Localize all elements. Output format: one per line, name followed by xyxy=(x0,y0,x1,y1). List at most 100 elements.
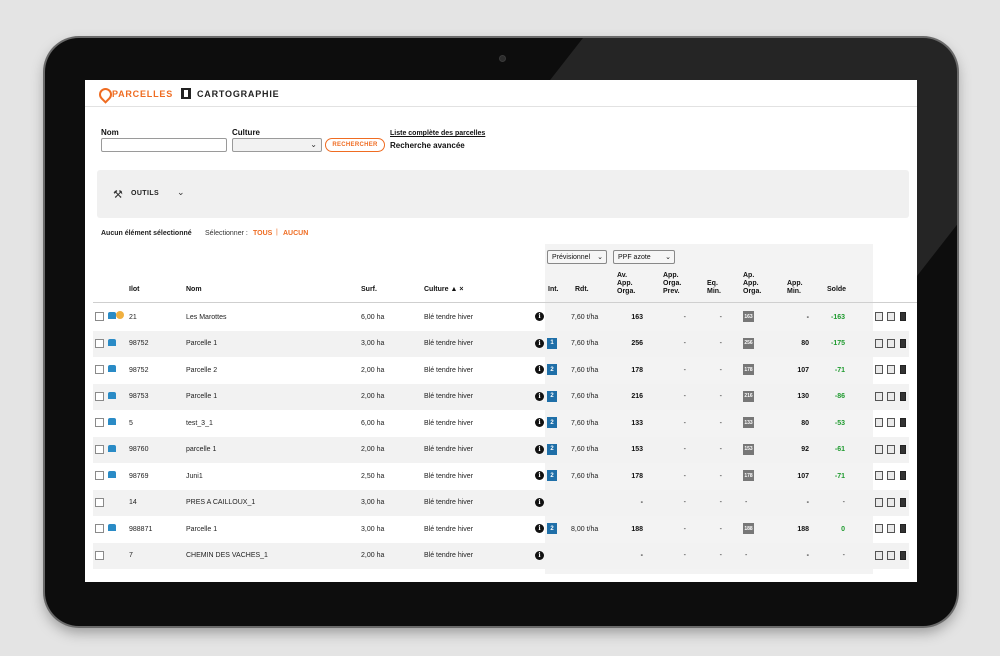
info-icon[interactable]: i xyxy=(535,550,544,560)
farm-icon xyxy=(108,471,116,478)
info-icon[interactable]: i xyxy=(535,497,544,507)
cell-surf: 2,00 ha xyxy=(361,366,385,374)
cell-rdt: 8,00 t/ha xyxy=(571,525,599,533)
cell-culture: Blé tendre hiver xyxy=(424,499,474,506)
copy-icon[interactable] xyxy=(887,365,895,374)
copy-icon[interactable] xyxy=(887,418,895,427)
row-actions xyxy=(875,550,911,561)
row-checkbox[interactable] xyxy=(95,365,104,374)
row-checkbox[interactable] xyxy=(95,524,104,533)
trash-icon[interactable] xyxy=(900,444,906,454)
chevron-down-icon[interactable]: ⌄ xyxy=(177,187,185,198)
edit-icon[interactable] xyxy=(875,365,883,374)
trash-icon[interactable] xyxy=(900,550,906,560)
nom-input[interactable] xyxy=(101,138,227,152)
trash-icon[interactable] xyxy=(900,391,906,401)
tools-icon[interactable]: ⚒ xyxy=(113,188,123,201)
edit-icon[interactable] xyxy=(875,418,883,427)
row-checkbox[interactable] xyxy=(95,418,104,427)
table-row[interactable]: 98760 parcelle 1 2,00 ha Blé tendre hiver i 2… xyxy=(93,436,909,463)
copy-icon[interactable] xyxy=(887,391,895,401)
culture-select[interactable]: ⌄ xyxy=(232,138,322,152)
select-all-link[interactable]: TOUS xyxy=(253,230,272,237)
info-icon[interactable]: i xyxy=(535,471,544,480)
outils-button[interactable]: OUTILS xyxy=(131,190,159,197)
row-checkbox[interactable] xyxy=(95,312,104,321)
trash-icon[interactable] xyxy=(900,471,906,480)
trash-icon[interactable] xyxy=(900,418,906,427)
info-icon[interactable]: i xyxy=(535,391,544,401)
cell-solde: -86 xyxy=(834,393,845,400)
row-checkbox[interactable] xyxy=(95,338,104,348)
col-ilot[interactable]: Ilot xyxy=(129,286,140,294)
copy-icon[interactable] xyxy=(887,312,895,321)
col-surf[interactable]: Surf. xyxy=(361,286,377,294)
cell-rdt: 7,60 t/ha xyxy=(571,446,599,453)
edit-icon[interactable] xyxy=(875,550,883,560)
table-row[interactable]: 14 PRES A CAILLOUX_1 3,00 ha Blé tendre hiv… xyxy=(93,489,909,516)
rechercher-button[interactable]: RECHERCHER xyxy=(325,138,385,152)
copy-icon[interactable] xyxy=(887,524,895,533)
tab-parcelles[interactable]: PARCELLES xyxy=(85,80,173,107)
table-row[interactable]: 5 test_3_1 6,00 ha Blé tendre hiver i 2 7,60 t… xyxy=(93,410,909,436)
row-checkbox[interactable] xyxy=(95,497,104,507)
copy-icon[interactable] xyxy=(887,550,895,560)
info-icon[interactable]: i xyxy=(535,365,544,374)
table-row[interactable]: 988871 Parcelle 1 3,00 ha Blé tendre hiver i… xyxy=(93,516,909,542)
col-culture[interactable]: Culture ▲ × xyxy=(424,286,463,294)
cell-ilot: 98753 xyxy=(129,393,149,400)
cell-eq-min: - xyxy=(719,313,722,321)
cell-int: 2 xyxy=(547,443,557,455)
edit-icon[interactable] xyxy=(875,391,883,401)
table-row[interactable]: 98752 Parcelle 1 3,00 ha Blé tendre hiver i 1… xyxy=(93,330,909,357)
trash-icon[interactable] xyxy=(900,365,906,374)
cell-ilot: 988871 xyxy=(129,525,153,533)
copy-icon[interactable] xyxy=(887,497,895,507)
edit-icon[interactable] xyxy=(875,471,883,480)
camera-icon xyxy=(500,56,505,61)
info-icon[interactable]: i xyxy=(535,338,544,348)
cell-surf: 6,00 ha xyxy=(361,313,385,321)
trash-icon[interactable] xyxy=(900,497,906,507)
cell-solde: - xyxy=(842,499,845,506)
cell-app-min: 92 xyxy=(801,446,809,453)
nom-label: Nom xyxy=(101,128,119,137)
edit-icon[interactable] xyxy=(875,524,883,533)
cell-ilot: 98760 xyxy=(129,446,149,453)
select-label: Sélectionner : xyxy=(205,230,248,237)
info-icon[interactable]: i xyxy=(535,312,544,321)
edit-icon[interactable] xyxy=(875,338,883,348)
row-checkbox[interactable] xyxy=(95,444,104,454)
edit-icon[interactable] xyxy=(875,497,883,507)
row-checkbox[interactable] xyxy=(95,391,104,401)
info-icon[interactable]: i xyxy=(535,418,544,427)
select-none-link[interactable]: AUCUN xyxy=(283,230,308,237)
table-row[interactable]: 7 CHEMIN DES VACHES_1 2,00 ha Blé tendre hi… xyxy=(93,542,911,569)
cell-eq-min: - xyxy=(719,552,722,559)
table-row[interactable]: 98769 Juni1 2,50 ha Blé tendre hiver i 2 7,60 … xyxy=(93,463,909,489)
mode-dropdown[interactable]: Prévisionnel ⌄ xyxy=(547,250,607,264)
info-icon[interactable]: i xyxy=(535,524,544,533)
row-checkbox[interactable] xyxy=(95,550,104,560)
recherche-avancee-link[interactable]: Recherche avancée xyxy=(390,141,465,150)
edit-icon[interactable] xyxy=(875,312,883,321)
liste-complete-link[interactable]: Liste complète des parcelles xyxy=(390,130,485,137)
ppf-dropdown[interactable]: PPF azote ⌄ xyxy=(613,250,675,264)
tab-cartographie[interactable]: CARTOGRAPHIE xyxy=(173,80,283,107)
edit-icon[interactable] xyxy=(875,444,883,454)
cell-av-app-orga: 163 xyxy=(631,313,643,321)
col-nom[interactable]: Nom xyxy=(186,286,202,294)
copy-icon[interactable] xyxy=(887,444,895,454)
trash-icon[interactable] xyxy=(900,338,906,348)
info-icon[interactable]: i xyxy=(535,444,544,454)
cell-surf: 3,00 ha xyxy=(361,340,385,347)
trash-icon[interactable] xyxy=(900,312,906,321)
trash-icon[interactable] xyxy=(900,524,906,533)
copy-icon[interactable] xyxy=(887,338,895,348)
table-row[interactable]: 98753 Parcelle 1 2,00 ha Blé tendre hiver i 2… xyxy=(93,383,909,410)
table-row[interactable]: 98752 Parcelle 2 2,00 ha Blé tendre hiver i 2… xyxy=(93,357,909,383)
cell-app-orga-prev: - xyxy=(683,499,686,506)
copy-icon[interactable] xyxy=(887,471,895,480)
row-checkbox[interactable] xyxy=(95,471,104,480)
table-row[interactable]: 21 Les Marottes 6,00 ha Blé tendre hiver i 7,… xyxy=(93,304,909,330)
